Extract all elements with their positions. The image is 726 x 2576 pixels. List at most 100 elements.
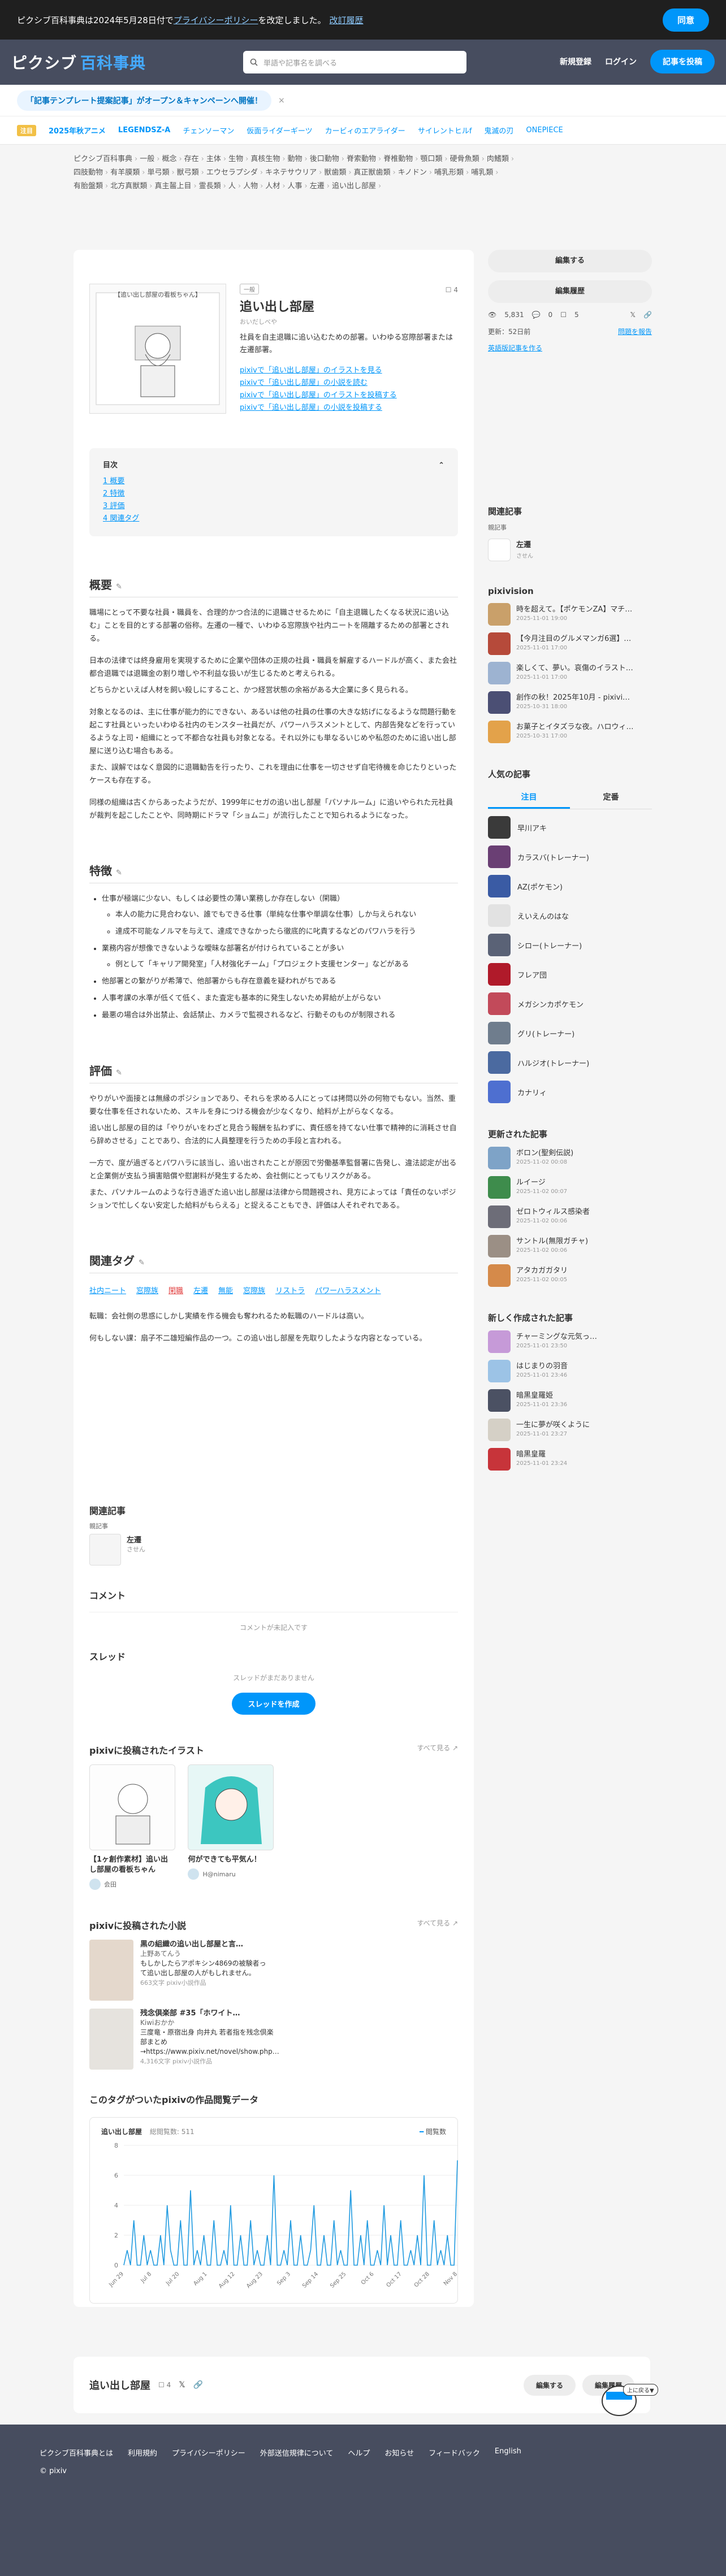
agree-button[interactable]: 同意: [662, 8, 709, 32]
category-tag[interactable]: 一般: [240, 284, 259, 294]
trend-item[interactable]: 仮面ライダーギーツ: [247, 125, 312, 136]
post-article-button[interactable]: 記事を投稿: [650, 50, 715, 73]
breadcrumb-item[interactable]: 顎口類: [420, 155, 442, 163]
popular-item[interactable]: シロー(トレーナー): [488, 934, 652, 956]
side-list-item[interactable]: 【今月注目のグルメマンガ6選】… 2025-11-01 17:00: [488, 632, 652, 655]
illust-author[interactable]: 会田: [104, 1880, 116, 1889]
related-tag[interactable]: 左遷: [193, 1285, 208, 1295]
breadcrumb-item[interactable]: 人: [228, 182, 236, 190]
breadcrumb-item[interactable]: 生物: [228, 155, 243, 163]
edit-pencil-icon[interactable]: ✎: [116, 1069, 122, 1077]
popular-item[interactable]: カナリィ: [488, 1081, 652, 1103]
signup-link[interactable]: 新規登録: [560, 56, 591, 67]
edit-button[interactable]: 編集する: [488, 250, 652, 272]
popular-item[interactable]: メガシンカポケモン: [488, 992, 652, 1015]
side-list-item[interactable]: アタカガガタリ 2025-11-02 00:05: [488, 1264, 652, 1287]
related-article-card[interactable]: 左遷 させん: [89, 1534, 458, 1565]
pixiv-novel-link[interactable]: pixivで「追い出し部屋」の小説を読む: [240, 379, 368, 387]
article-thumbnail[interactable]: 【追い出し部屋の看板ちゃん】: [89, 284, 226, 414]
pixiv-post-novel-link[interactable]: pixivで「追い出し部屋」の小説を投稿する: [240, 404, 382, 412]
revision-history-link[interactable]: 改訂履歴: [330, 14, 364, 26]
tab-attention[interactable]: 注目: [488, 787, 570, 809]
illust-card[interactable]: 【1ヶ創作素材】追い出し部屋の看板ちゃん 会田: [89, 1764, 175, 1890]
footer-bookmark[interactable]: ☐ 4: [158, 2381, 171, 2389]
breadcrumb-item[interactable]: 北方真獣類: [110, 182, 147, 190]
related-tag[interactable]: 閑職: [168, 1285, 183, 1295]
related-tag[interactable]: 社内ニート: [89, 1285, 126, 1295]
breadcrumb-item[interactable]: 有胎盤類: [74, 182, 103, 190]
create-thread-button[interactable]: スレッドを作成: [232, 1693, 316, 1715]
link-icon[interactable]: 🔗: [643, 311, 652, 319]
see-all-illusts-link[interactable]: すべて見る ↗: [417, 1743, 458, 1757]
breadcrumb-item[interactable]: 主体: [206, 155, 221, 163]
footer-link[interactable]: ピクシブ百科事典とは: [40, 2447, 113, 2458]
novel-card[interactable]: 残念倶楽部 #35「ホワイト… Kiwiおかか 三度竜・原宿出身 向井丸 若者指…: [89, 2009, 279, 2070]
trend-item[interactable]: 鬼滅の刃: [484, 125, 513, 136]
related-tag[interactable]: 窓際族: [136, 1285, 158, 1295]
back-to-top-mascot[interactable]: 上に戻る▼: [594, 2379, 658, 2419]
toc-item[interactable]: 1 概要: [103, 477, 124, 485]
breadcrumb-item[interactable]: 動物: [288, 155, 302, 163]
footer-link[interactable]: フィードバック: [429, 2447, 480, 2458]
side-list-item[interactable]: はじまりの羽音 2025-11-01 23:46: [488, 1360, 652, 1382]
search-input[interactable]: 単語や記事名を調べる: [243, 51, 466, 73]
breadcrumb-item[interactable]: 存在: [184, 155, 199, 163]
promo-pill[interactable]: 「記事テンプレート提案記事」がオープン＆キャンペーンへ開催！: [17, 90, 272, 111]
trend-item[interactable]: ONEPIECE: [526, 126, 563, 135]
side-list-item[interactable]: 楽しくて、夢い。哀傷のイラスト… 2025-11-01 17:00: [488, 662, 652, 684]
side-list-item[interactable]: チャーミングな元気っ… 2025-11-01 23:50: [488, 1330, 652, 1353]
breadcrumb-item[interactable]: 四肢動物: [74, 168, 103, 177]
breadcrumb-item[interactable]: 左遷: [310, 182, 325, 190]
report-link[interactable]: 問題を報告: [618, 327, 652, 336]
login-link[interactable]: ログイン: [605, 56, 637, 67]
breadcrumb-item[interactable]: 追い出し部屋: [332, 182, 376, 190]
popular-item[interactable]: グリ(トレーナー): [488, 1022, 652, 1044]
illust-author[interactable]: H@nimaru: [202, 1871, 235, 1878]
breadcrumb-item[interactable]: 単弓類: [147, 168, 169, 177]
related-tag[interactable]: 無能: [218, 1285, 233, 1295]
side-list-item[interactable]: サントル(無限ガチャ) 2025-11-02 00:06: [488, 1235, 652, 1257]
breadcrumb-item[interactable]: 霊長類: [199, 182, 221, 190]
breadcrumb-item[interactable]: 獣歯類: [324, 168, 346, 177]
breadcrumb-item[interactable]: 脊椎動物: [383, 155, 413, 163]
privacy-policy-link[interactable]: プライバシーポリシー: [174, 14, 258, 26]
side-list-item[interactable]: 暗黒皇羅 2025-11-01 23:24: [488, 1448, 652, 1471]
popular-item[interactable]: 早川アキ: [488, 816, 652, 839]
toc-item[interactable]: 3 評価: [103, 502, 124, 510]
footer-link[interactable]: 利用規約: [128, 2447, 157, 2458]
edit-pencil-icon[interactable]: ✎: [116, 869, 122, 877]
breadcrumb-item[interactable]: 人材: [265, 182, 280, 190]
edit-pencil-icon[interactable]: ✎: [116, 583, 122, 591]
footer-link[interactable]: お知らせ: [384, 2447, 414, 2458]
breadcrumb-item[interactable]: 真主齧上目: [154, 182, 191, 190]
edit-pencil-icon[interactable]: ✎: [139, 1259, 145, 1267]
breadcrumb-item[interactable]: 哺乳類: [471, 168, 493, 177]
pixiv-illust-link[interactable]: pixivで「追い出し部屋」のイラストを見る: [240, 366, 382, 375]
popular-item[interactable]: ハルジオ(トレーナー): [488, 1051, 652, 1074]
side-list-item[interactable]: 創作の秋！2025年10月 - pixivi… 2025-10-31 18:00: [488, 691, 652, 714]
illust-card[interactable]: 何ができても平気ん！ H@nimaru: [188, 1764, 274, 1880]
site-logo[interactable]: ピクシブ 百科事典: [11, 51, 146, 73]
popular-item[interactable]: AZ(ポケモン): [488, 875, 652, 897]
footer-link[interactable]: 外部送信規律について: [260, 2447, 334, 2458]
x-share-icon[interactable]: 𝕏: [630, 311, 636, 319]
breadcrumb-item[interactable]: 人事: [288, 182, 302, 190]
trend-item[interactable]: サイレントヒルf: [418, 125, 472, 136]
tab-regular[interactable]: 定番: [570, 787, 652, 809]
related-tag[interactable]: リストラ: [275, 1285, 305, 1295]
side-list-item[interactable]: 暗黒皇羅姫 2025-11-01 23:36: [488, 1389, 652, 1412]
breadcrumb-item[interactable]: エウセラプシダ: [206, 168, 258, 177]
breadcrumb-item[interactable]: 硬骨魚類: [450, 155, 479, 163]
breadcrumb-item[interactable]: キノドン: [398, 168, 427, 177]
trend-item[interactable]: チェンソーマン: [183, 125, 234, 136]
side-list-item[interactable]: ルイージ 2025-11-02 00:07: [488, 1176, 652, 1199]
footer-link[interactable]: プライバシーポリシー: [172, 2447, 245, 2458]
breadcrumb-item[interactable]: 脊索動物: [347, 155, 376, 163]
history-button[interactable]: 編集履歴: [488, 280, 652, 303]
footer-edit-button[interactable]: 編集する: [523, 2374, 576, 2396]
breadcrumb-item[interactable]: 肉鰭類: [487, 155, 509, 163]
footer-link[interactable]: English: [495, 2447, 521, 2458]
pixiv-post-illust-link[interactable]: pixivで「追い出し部屋」のイラストを投稿する: [240, 391, 397, 400]
footer-link[interactable]: ヘルプ: [348, 2447, 370, 2458]
breadcrumb-item[interactable]: 人物: [243, 182, 258, 190]
